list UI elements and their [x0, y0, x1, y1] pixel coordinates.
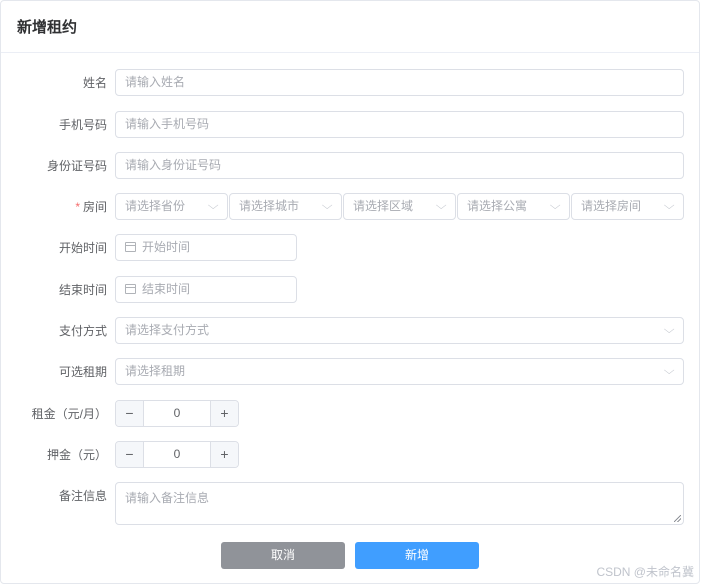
chevron-down-icon: ⌵ [663, 365, 675, 377]
form-row-id-card: 身份证号码 请输入身份证号码 [0, 152, 700, 180]
chevron-down-icon: ⌵ [663, 324, 675, 336]
chevron-down-icon: ⌵ [549, 200, 561, 212]
deposit-label: 押金（元） [46, 448, 107, 462]
rent-increment-button[interactable]: + [210, 401, 238, 426]
form-row-phone: 手机号码 请输入手机号码 [0, 111, 700, 139]
deposit-number-input: − 0 + [115, 441, 239, 468]
term-select[interactable]: 请选择租期 ⌵ [115, 358, 684, 385]
cancel-button[interactable]: 取消 [221, 542, 345, 569]
name-input[interactable]: 请输入姓名 [115, 69, 684, 96]
remark-placeholder: 请输入备注信息 [125, 491, 210, 505]
phone-placeholder: 请输入手机号码 [125, 117, 210, 131]
remark-label: 备注信息 [58, 489, 107, 503]
term-placeholder: 请选择租期 [125, 364, 186, 378]
required-mark: * [75, 200, 80, 214]
payment-label: 支付方式 [58, 324, 107, 338]
remark-textarea[interactable]: 请输入备注信息 [115, 482, 684, 525]
province-placeholder: 请选择省份 [125, 199, 186, 213]
chevron-down-icon: ⌵ [663, 200, 675, 212]
calendar-icon [125, 284, 136, 294]
form-row-start-time: 开始时间 开始时间 [0, 234, 700, 262]
form-row-rent: 租金（元/月） − 0 + [0, 400, 700, 428]
deposit-value[interactable]: 0 [144, 442, 210, 467]
term-label: 可选租期 [58, 365, 107, 379]
apartment-placeholder: 请选择公寓 [467, 199, 528, 213]
name-placeholder: 请输入姓名 [125, 75, 186, 89]
rent-number-input: − 0 + [115, 400, 239, 427]
start-time-picker[interactable]: 开始时间 [115, 234, 297, 261]
phone-input[interactable]: 请输入手机号码 [115, 111, 684, 138]
chevron-down-icon: ⌵ [207, 200, 219, 212]
calendar-icon [125, 242, 136, 252]
province-select[interactable]: 请选择省份 ⌵ [115, 193, 228, 220]
id-card-label: 身份证号码 [46, 159, 107, 173]
end-time-label: 结束时间 [58, 283, 107, 297]
deposit-increment-button[interactable]: + [210, 442, 238, 467]
phone-label: 手机号码 [58, 118, 107, 132]
deposit-decrement-button[interactable]: − [116, 442, 144, 467]
watermark: CSDN @未命名冀 [596, 565, 694, 579]
district-placeholder: 请选择区域 [353, 199, 414, 213]
card-header: 新增租约 [1, 1, 699, 53]
form-row-payment: 支付方式 请选择支付方式 ⌵ [0, 317, 700, 345]
submit-button[interactable]: 新增 [355, 542, 479, 569]
end-time-placeholder: 结束时间 [142, 282, 191, 296]
rent-decrement-button[interactable]: − [116, 401, 144, 426]
room-label: * 房间 [0, 193, 107, 221]
resize-handle-icon[interactable] [674, 515, 681, 522]
start-time-placeholder: 开始时间 [142, 240, 191, 254]
form-row-deposit: 押金（元） − 0 + [0, 441, 700, 469]
form-row-room: * 房间 请选择省份 ⌵ 请选择城市 ⌵ 请选择区域 ⌵ 请选择公寓 ⌵ 请选择房… [0, 193, 700, 221]
page-title: 新增租约 [17, 19, 78, 36]
id-card-placeholder: 请输入身份证号码 [125, 158, 222, 172]
rent-value[interactable]: 0 [144, 401, 210, 426]
payment-placeholder: 请选择支付方式 [125, 323, 210, 337]
room-label-text: 房间 [82, 200, 107, 214]
form-row-name: 姓名 请输入姓名 [0, 69, 700, 97]
room-placeholder: 请选择房间 [581, 199, 642, 213]
city-placeholder: 请选择城市 [239, 199, 300, 213]
id-card-input[interactable]: 请输入身份证号码 [115, 152, 684, 179]
apartment-select[interactable]: 请选择公寓 ⌵ [457, 193, 570, 220]
chevron-down-icon: ⌵ [435, 200, 447, 212]
rent-label: 租金（元/月） [31, 407, 107, 421]
payment-select[interactable]: 请选择支付方式 ⌵ [115, 317, 684, 344]
form-row-term: 可选租期 请选择租期 ⌵ [0, 358, 700, 386]
end-time-picker[interactable]: 结束时间 [115, 276, 297, 303]
city-select[interactable]: 请选择城市 ⌵ [229, 193, 342, 220]
start-time-label: 开始时间 [58, 241, 107, 255]
district-select[interactable]: 请选择区域 ⌵ [343, 193, 456, 220]
chevron-down-icon: ⌵ [321, 200, 333, 212]
room-select[interactable]: 请选择房间 ⌵ [571, 193, 684, 220]
name-label: 姓名 [82, 76, 107, 90]
form-row-end-time: 结束时间 结束时间 [0, 276, 700, 304]
